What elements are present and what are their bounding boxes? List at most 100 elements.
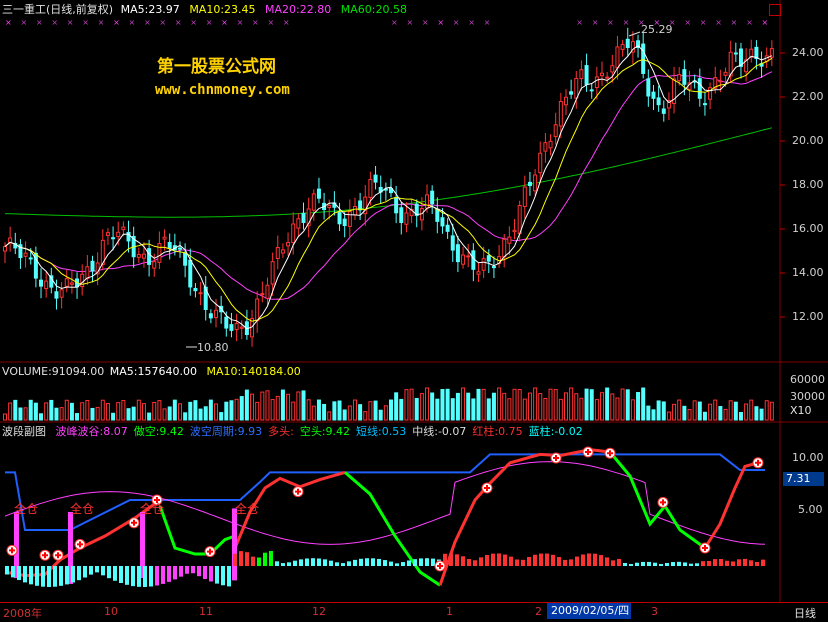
volume-bar — [764, 400, 769, 421]
volume-bar — [600, 392, 605, 421]
histogram-bar — [359, 558, 363, 566]
volume-bar — [641, 387, 646, 421]
histogram-bar — [749, 560, 753, 566]
timeline-bar[interactable] — [0, 602, 828, 622]
histogram-bar — [173, 566, 177, 580]
volume-bar — [759, 408, 764, 421]
volume-bar — [507, 398, 512, 421]
signal-marker: × — [700, 18, 707, 27]
volume-bar — [497, 387, 502, 421]
volume-bar — [219, 412, 224, 421]
candle-body — [394, 197, 399, 214]
candle-body — [64, 278, 69, 287]
y-tick-12: 12.00 — [792, 310, 824, 323]
candle-body — [3, 246, 7, 252]
candle-body — [466, 255, 471, 258]
volume-bar — [502, 392, 507, 421]
histogram-bar — [71, 566, 75, 583]
volume-bar — [610, 393, 615, 421]
histogram-bar — [581, 554, 585, 566]
histogram-bar — [509, 556, 513, 566]
signal-marker: × — [267, 18, 274, 27]
histogram-bar — [617, 558, 621, 566]
signal-marker: × — [746, 18, 753, 27]
candle-body — [167, 242, 172, 249]
volume-bar — [244, 389, 249, 421]
candle-body — [301, 212, 306, 224]
candle-body — [625, 38, 630, 48]
histogram-bar — [671, 562, 675, 566]
signal-marker: × — [51, 18, 58, 27]
volume-bar — [738, 412, 743, 421]
volume-bar — [13, 399, 18, 421]
volume-bar — [579, 397, 584, 421]
candle-body — [548, 140, 553, 149]
histogram-bar — [221, 566, 225, 586]
volume-header: VOLUME:91094.00 MA5:157640.00 MA10:14018… — [2, 365, 301, 379]
volume-bar — [167, 406, 172, 421]
volume-bar — [733, 401, 738, 421]
candle-body — [718, 80, 723, 83]
histogram-bar — [365, 558, 369, 566]
volume-bar — [224, 401, 229, 421]
candle-body — [656, 97, 661, 106]
period-label[interactable]: 日线 — [794, 605, 816, 621]
volume-bar — [332, 401, 337, 421]
volume-bar — [358, 404, 363, 421]
signal-marker: × — [468, 18, 475, 27]
histogram-bar — [731, 561, 735, 566]
indicator-value-7: 红柱:0.75 — [472, 425, 523, 438]
volume-bar — [723, 408, 728, 421]
full-position-label: 全仓 — [140, 502, 165, 516]
candle-body — [733, 52, 738, 55]
histogram-bar — [155, 566, 159, 586]
histogram-bar — [485, 555, 489, 566]
candle-body — [270, 261, 275, 285]
candle-body — [558, 101, 563, 127]
volume-bar — [131, 406, 136, 421]
signal-marker: × — [592, 18, 599, 27]
histogram-bar — [389, 561, 393, 566]
candle-body — [177, 247, 182, 250]
histogram-bar — [29, 566, 33, 585]
volume-bar — [352, 399, 357, 421]
indicator-value-6: 中线:-0.07 — [412, 425, 467, 438]
volume-bar — [553, 389, 558, 421]
candle-body — [214, 309, 219, 319]
signal-marker: × — [175, 18, 182, 27]
histogram-bar — [65, 566, 69, 585]
candle-body — [28, 257, 33, 260]
volume-bar — [455, 392, 460, 421]
signal-marker: × — [113, 18, 120, 27]
window-close-icon[interactable] — [769, 4, 781, 16]
signal-marker: × — [607, 18, 614, 27]
histogram-bar — [197, 566, 201, 577]
volume-value: VOLUME:91094.00 — [2, 365, 105, 378]
volume-bar — [301, 390, 306, 421]
signal-marker: × — [5, 18, 12, 27]
volume-bar — [378, 409, 383, 421]
histogram-bar — [383, 560, 387, 566]
candle-body — [265, 284, 270, 299]
volume-bar — [404, 389, 409, 421]
candle-body — [147, 248, 152, 265]
volume-bar — [255, 401, 260, 421]
histogram-bar — [455, 554, 459, 566]
indicator-value-5: 短线:0.53 — [356, 425, 407, 438]
stock-chart-canvas[interactable]: × × × × × × × × × × × × × × × × × × × × × × × × × × × × × × × × × × × × × × × — [0, 0, 828, 621]
histogram-bar — [431, 558, 435, 566]
histogram-bar — [635, 562, 639, 566]
signal-marker: × — [67, 18, 74, 27]
volume-bar — [708, 403, 713, 421]
volume-bar — [337, 400, 342, 421]
histogram-bar — [59, 566, 63, 586]
candle-body — [23, 252, 28, 257]
candle-body — [111, 237, 116, 240]
candle-body — [435, 208, 440, 222]
volume-bar — [450, 398, 455, 421]
histogram-bar — [647, 561, 651, 566]
indicator-value-0: 波峰波谷:8.07 — [55, 425, 128, 438]
volume-bar — [59, 407, 64, 421]
candle-body — [533, 174, 538, 192]
candle-body — [677, 74, 682, 82]
